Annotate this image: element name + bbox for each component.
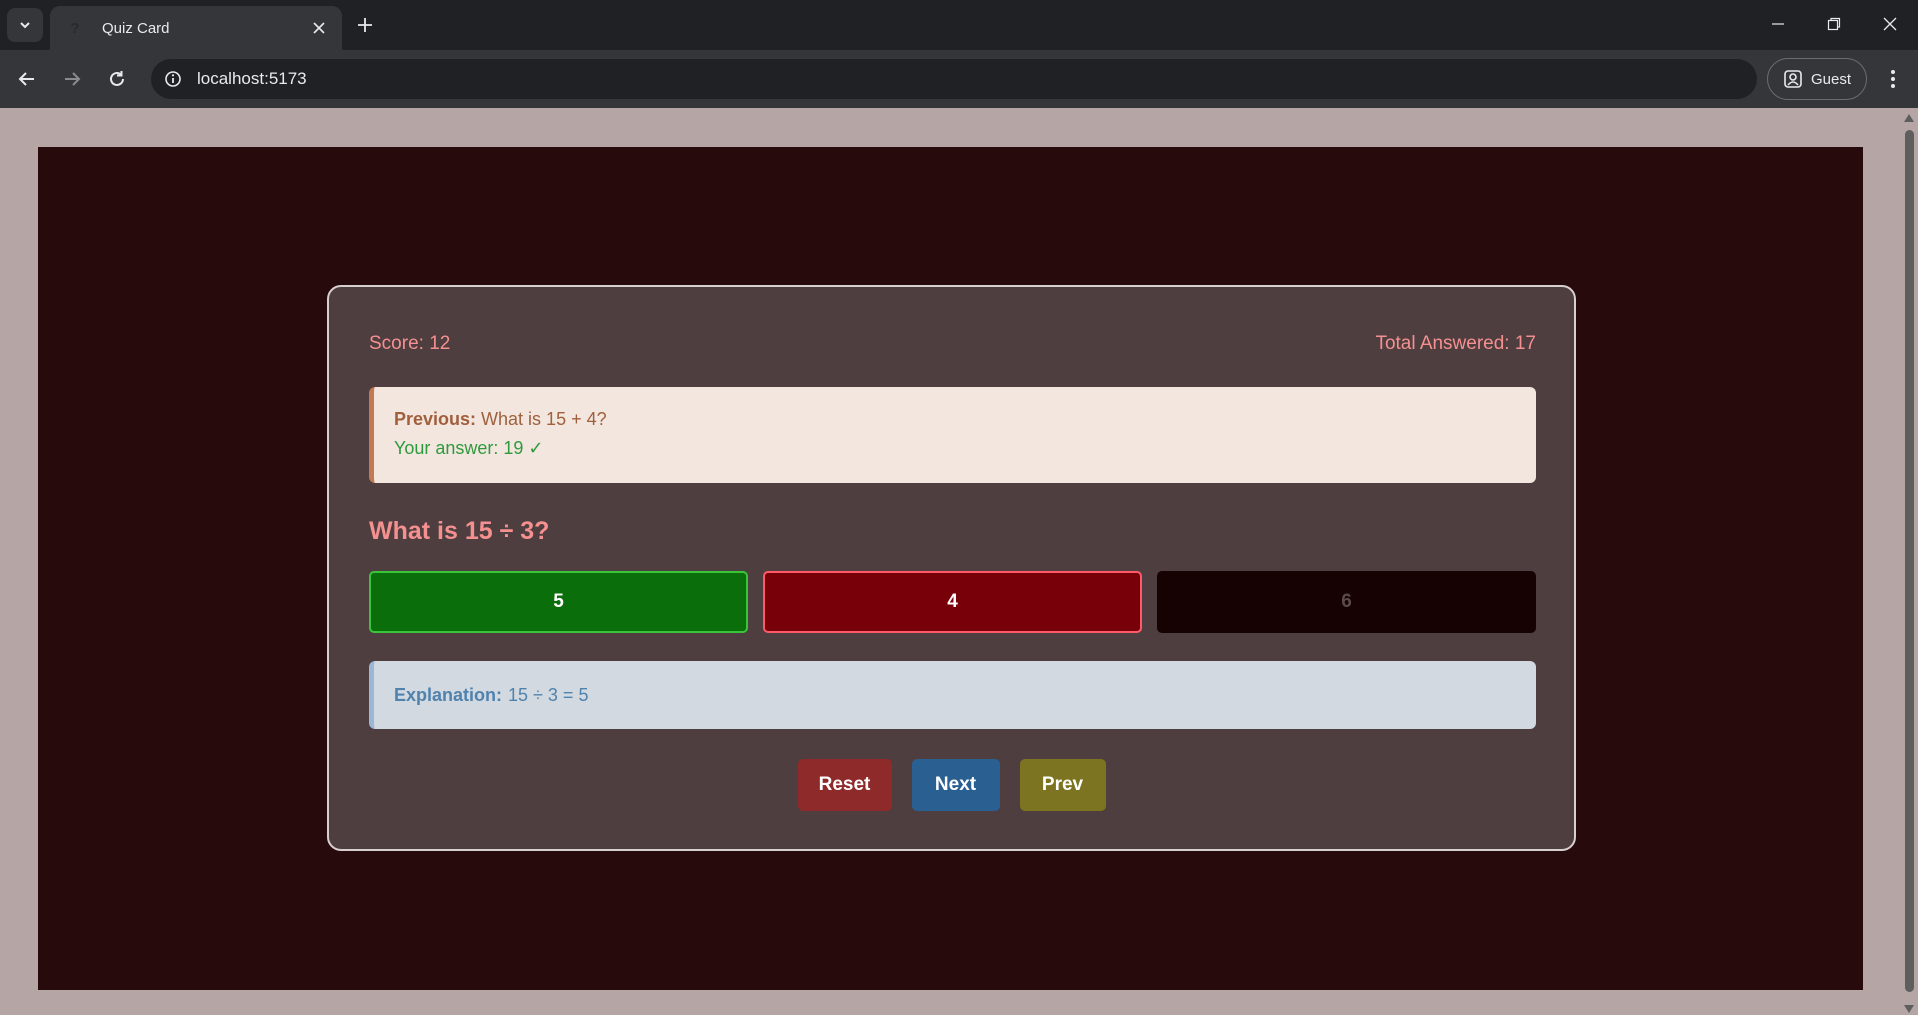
previous-answer-text: Your answer: 19 ✓: [394, 438, 544, 458]
arrow-right-icon: [65, 72, 81, 86]
answer-option-correct[interactable]: 5: [369, 571, 748, 633]
previous-question-line: Previous: What is 15 + 4?: [394, 409, 1516, 430]
explanation-label: Explanation:: [394, 684, 503, 705]
more-vertical-icon: [1891, 70, 1895, 88]
score-text: Score: 12: [369, 333, 451, 354]
browser-toolbar: localhost:5173 Guest: [0, 50, 1918, 108]
restore-button[interactable]: [1806, 0, 1862, 48]
answer-option-wrong[interactable]: 4: [763, 571, 1142, 633]
scroll-thumb[interactable]: [1905, 130, 1914, 992]
plus-icon: [358, 18, 372, 32]
prev-button[interactable]: Prev: [1019, 759, 1106, 811]
quiz-card: Score: 12 Total Answered: 17 Previous: W…: [327, 285, 1576, 851]
reload-icon: [110, 71, 124, 86]
tab-favicon-icon: ?: [70, 19, 80, 37]
explanation-box: Explanation: 15 ÷ 3 = 5: [369, 661, 1536, 729]
profile-button[interactable]: Guest: [1767, 58, 1867, 100]
action-buttons: Reset Next Prev: [329, 759, 1574, 811]
site-info-icon[interactable]: [161, 67, 185, 91]
previous-label: Previous:: [394, 409, 477, 429]
browser-tab[interactable]: ? Quiz Card: [50, 6, 342, 50]
minimize-icon: [1772, 23, 1784, 25]
forward-button[interactable]: [55, 62, 89, 96]
scroll-up-icon[interactable]: [1904, 114, 1914, 122]
previous-question-box: Previous: What is 15 + 4? Your answer: 1…: [369, 387, 1536, 483]
page-scrollbar[interactable]: [1900, 108, 1918, 1015]
arrow-left-icon: [18, 72, 34, 86]
answer-option-disabled: 6: [1157, 571, 1536, 633]
answer-options: 5 4 6: [369, 571, 1536, 633]
explanation-text: 15 ÷ 3 = 5: [508, 684, 589, 705]
next-button[interactable]: Next: [911, 759, 1000, 811]
reset-button[interactable]: Reset: [797, 759, 892, 811]
close-window-button[interactable]: [1862, 0, 1918, 48]
browser-tab-bar: ? Quiz Card: [0, 0, 1918, 50]
reload-button[interactable]: [100, 62, 134, 96]
minimize-button[interactable]: [1750, 0, 1806, 48]
url-text: localhost:5173: [197, 69, 307, 88]
scroll-down-icon[interactable]: [1904, 1005, 1914, 1013]
restore-icon: [1827, 17, 1841, 31]
browser-menu-button[interactable]: [1876, 62, 1910, 96]
close-icon: [1883, 17, 1897, 31]
score-row: Score: 12 Total Answered: 17: [369, 333, 1536, 355]
question-text: What is 15 ÷ 3?: [369, 517, 550, 545]
tab-title: Quiz Card: [102, 19, 170, 37]
profile-label: Guest: [1810, 70, 1852, 88]
new-tab-button[interactable]: [350, 10, 380, 40]
tab-search-button[interactable]: [7, 8, 43, 42]
chevron-down-icon: [20, 22, 30, 29]
previous-question-text: What is 15 + 4?: [481, 409, 607, 429]
tab-close-icon[interactable]: [306, 15, 332, 41]
back-button[interactable]: [10, 62, 44, 96]
person-icon: [1784, 70, 1802, 88]
total-answered-text: Total Answered: 17: [1375, 333, 1536, 354]
address-bar[interactable]: localhost:5173: [151, 59, 1757, 99]
